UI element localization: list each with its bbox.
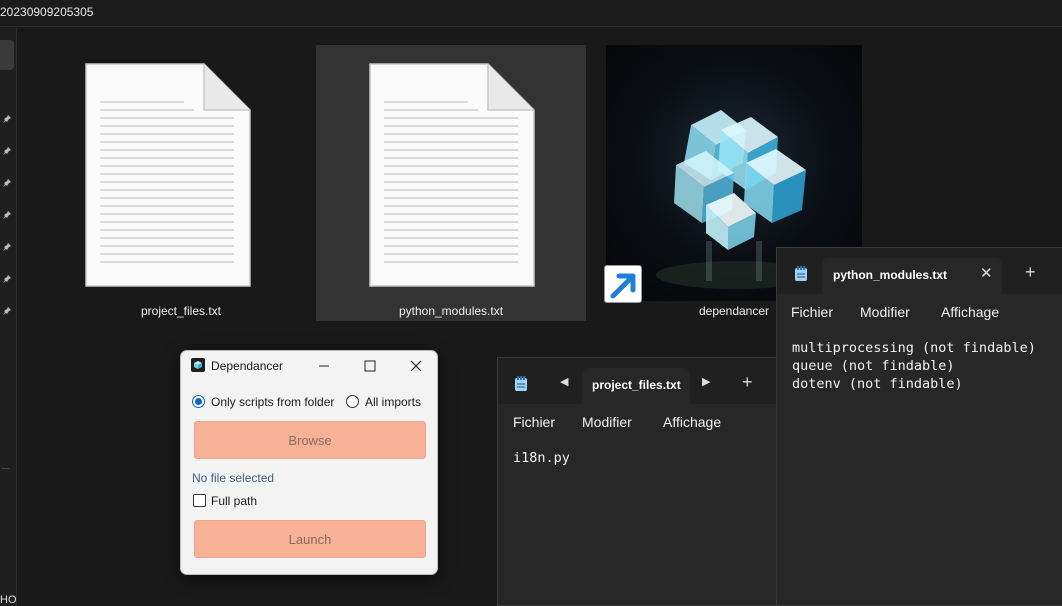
pin-icon <box>3 243 11 251</box>
file-tile-project-files[interactable]: project_files.txt <box>46 45 316 321</box>
tab-project-files[interactable]: project_files.txt <box>582 368 690 404</box>
tab-python-modules[interactable]: python_modules.txt ✕ <box>822 258 1002 294</box>
launch-button[interactable]: Launch <box>194 520 426 558</box>
minimize-button[interactable] <box>301 354 347 378</box>
text-file-icon <box>85 63 251 287</box>
sidebar-divider <box>2 468 10 469</box>
tab-scroll-left-icon[interactable]: ◀ <box>560 375 568 388</box>
full-path-checkbox[interactable] <box>193 494 206 507</box>
file-status-text: No file selected <box>192 471 275 485</box>
text-line: i18n.py <box>513 450 570 466</box>
pin-icon <box>3 115 11 123</box>
notepad-text-area[interactable]: i18n.py <box>498 440 786 605</box>
menu-modifier[interactable]: Modifier <box>582 414 632 430</box>
radio-all-imports[interactable] <box>346 395 359 408</box>
close-button[interactable] <box>393 354 437 378</box>
tab-scroll-right-icon[interactable]: ▶ <box>702 375 710 388</box>
new-tab-plus-icon[interactable]: + <box>742 372 753 393</box>
dependancer-window: Dependancer Only scripts from folder All… <box>180 350 438 575</box>
sidebar-selected-item[interactable] <box>0 40 14 70</box>
close-tab-icon[interactable]: ✕ <box>980 264 993 282</box>
notepad-app-icon <box>795 266 807 281</box>
notepad-window-project-files: ◀ project_files.txt ▶ + Fichier Modifier… <box>497 357 787 606</box>
menu-modifier[interactable]: Modifier <box>860 304 910 320</box>
notepad-menubar: Fichier Modifier Affichage <box>777 294 1062 330</box>
dependancer-window-title: Dependancer <box>211 359 284 373</box>
pin-icon <box>3 307 11 315</box>
pin-icon <box>3 147 11 155</box>
radio-only-scripts-from-folder[interactable] <box>192 395 205 408</box>
maximize-button[interactable] <box>347 354 393 378</box>
new-tab-plus-icon[interactable]: + <box>1025 262 1036 283</box>
browse-button[interactable]: Browse <box>194 421 426 459</box>
notepad-window-python-modules: python_modules.txt ✕ + Fichier Modifier … <box>776 247 1062 606</box>
file-tile-python-modules[interactable]: python_modules.txt <box>316 45 586 321</box>
maximize-icon <box>364 360 376 372</box>
menu-fichier[interactable]: Fichier <box>513 414 555 430</box>
menu-affichage[interactable]: Affichage <box>663 414 721 430</box>
pin-icon <box>3 211 11 219</box>
text-file-icon <box>369 63 535 287</box>
text-line: dotenv (not findable) <box>792 376 963 392</box>
minimize-icon <box>319 365 329 367</box>
sidebar-footer-label: HO <box>0 594 17 606</box>
pin-icon <box>3 179 11 187</box>
menu-affichage[interactable]: Affichage <box>941 304 999 320</box>
explorer-window-title: 20230909205305 <box>0 5 94 19</box>
notepad-menubar: Fichier Modifier Affichage <box>498 404 786 440</box>
close-icon <box>410 360 422 372</box>
full-path-label: Full path <box>211 494 258 508</box>
notepad-text-area[interactable]: multiprocessing (not findable) queue (no… <box>777 330 1062 605</box>
tab-title: python_modules.txt <box>833 268 948 282</box>
notepad-tab-strip: python_modules.txt ✕ + <box>777 248 1062 294</box>
radio-all-imports-label: All imports <box>365 395 422 409</box>
tab-title: project_files.txt <box>592 378 681 392</box>
text-line: multiprocessing (not findable) <box>792 340 1036 356</box>
dependancer-window-icon <box>191 358 205 372</box>
explorer-sidebar: HO <box>0 28 17 606</box>
explorer-titlebar: 20230909205305 <box>0 0 1062 27</box>
file-name-label: project_files.txt <box>140 304 222 318</box>
notepad-app-icon <box>515 376 527 391</box>
shortcut-arrow-icon <box>604 265 642 303</box>
pin-icon <box>3 275 11 283</box>
file-name-label: python_modules.txt <box>398 304 504 318</box>
menu-fichier[interactable]: Fichier <box>791 304 833 320</box>
text-line: queue (not findable) <box>792 358 955 374</box>
radio-only-scripts-label: Only scripts from folder <box>211 395 335 409</box>
notepad-tab-strip: ◀ project_files.txt ▶ + <box>498 358 786 404</box>
